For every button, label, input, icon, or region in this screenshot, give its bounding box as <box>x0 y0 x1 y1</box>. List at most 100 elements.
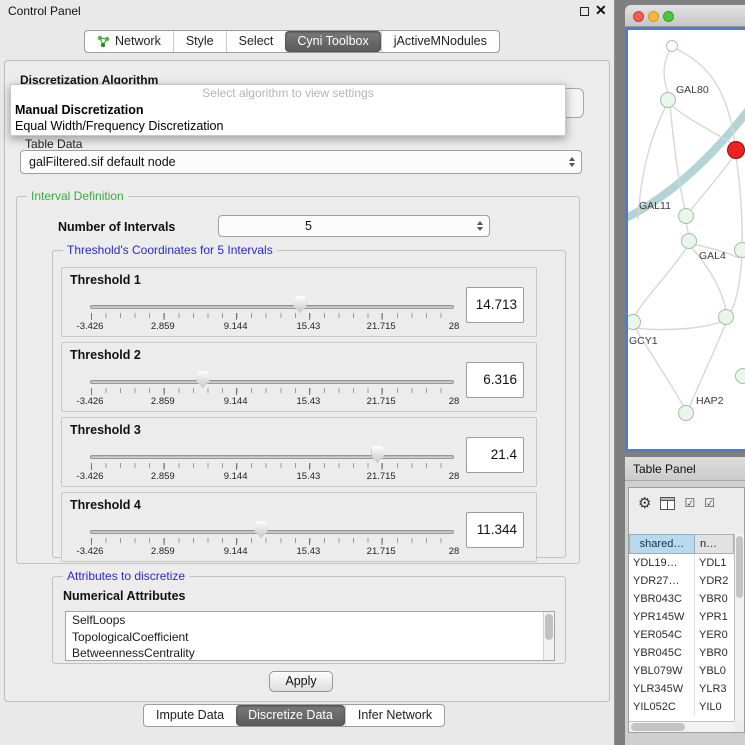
slider-thumb[interactable] <box>371 446 384 464</box>
number-of-intervals-value: 5 <box>305 216 312 236</box>
threshold-slider[interactable]: -3.426 2.859 9.144 15.43 21.715 28 <box>90 369 454 411</box>
list-scrollbar[interactable] <box>543 612 554 660</box>
table-data-label: Table Data <box>25 137 82 151</box>
list-item[interactable]: BetweennessCentrality <box>66 645 554 661</box>
column-header-shared-name[interactable]: shared… <box>629 534 695 554</box>
table-row[interactable]: YER054CYER0 <box>629 626 734 644</box>
threshold-panel-1: Threshold 1 -3.426 2.859 9.144 15.43 21.… <box>61 267 537 337</box>
table-row[interactable]: YBR043CYBR0 <box>629 590 734 608</box>
table-panel-titlebar: Table Panel <box>625 457 745 481</box>
attributes-group-legend: Attributes to discretize <box>63 569 189 583</box>
gear-icon[interactable]: ⚙ <box>638 496 651 511</box>
threshold-slider[interactable]: -3.426 2.859 9.144 15.43 21.715 28 <box>90 519 454 561</box>
network-node[interactable] <box>734 242 745 258</box>
threshold-value-input[interactable]: 14.713 <box>466 287 524 323</box>
slider-track <box>90 305 454 309</box>
threshold-value-input[interactable]: 21.4 <box>466 437 524 473</box>
tab-label: Network <box>115 31 161 52</box>
table-panel-title: Table Panel <box>633 457 696 481</box>
slider-thumb[interactable] <box>294 296 307 314</box>
node-label: HAP2 <box>696 395 723 407</box>
network-icon <box>97 35 110 48</box>
attributes-list[interactable]: SelfLoops TopologicalCoefficient Between… <box>65 611 555 661</box>
slider-track <box>90 455 454 459</box>
table-row[interactable]: YBR045CYBR0 <box>629 644 734 662</box>
thresholds-group-legend: Threshold's Coordinates for 5 Intervals <box>63 243 277 257</box>
stepper-icon <box>569 154 575 170</box>
network-node[interactable] <box>678 208 694 224</box>
tab-discretize-data[interactable]: Discretize Data <box>236 705 345 726</box>
node-label: GCY1 <box>629 335 658 347</box>
threshold-label: Threshold 1 <box>70 273 141 287</box>
threshold-slider[interactable]: -3.426 2.859 9.144 15.43 21.715 28 <box>90 294 454 336</box>
network-node[interactable] <box>666 40 678 52</box>
tab-infer-network[interactable]: Infer Network <box>345 705 444 726</box>
dropdown-option-manual[interactable]: Manual Discretization <box>11 102 565 118</box>
column-header-name[interactable]: n… <box>695 534 734 554</box>
network-node[interactable] <box>681 233 697 249</box>
table-row[interactable]: YDR27…YDR2 <box>629 572 734 590</box>
table-row[interactable]: YPR145WYPR1 <box>629 608 734 626</box>
network-node[interactable] <box>718 309 734 325</box>
table-row[interactable]: YDL19…YDL1 <box>629 554 734 572</box>
stepper-icon <box>477 218 483 234</box>
network-node[interactable] <box>678 405 694 421</box>
vertical-scrollbar[interactable] <box>734 534 744 721</box>
dropdown-hint: Select algorithm to view settings <box>11 85 565 102</box>
tab-style[interactable]: Style <box>173 31 226 52</box>
network-node[interactable] <box>735 368 745 384</box>
threshold-slider[interactable]: -3.426 2.859 9.144 15.43 21.715 28 <box>90 444 454 486</box>
interval-definition-legend: Interval Definition <box>27 189 128 203</box>
table-data-select[interactable]: galFiltered.sif default node <box>20 150 582 174</box>
algorithm-dropdown: Select algorithm to view settings Manual… <box>10 84 566 136</box>
tab-jactivemnodules[interactable]: jActiveMNodules <box>381 31 499 52</box>
tab-cyni-toolbox[interactable]: Cyni Toolbox <box>285 31 380 52</box>
number-of-intervals-select[interactable]: 5 <box>218 215 490 237</box>
slider-track <box>90 530 454 534</box>
tab-network[interactable]: Network <box>85 31 173 52</box>
threshold-panel-3: Threshold 3 -3.426 2.859 9.144 15.43 21.… <box>61 417 537 487</box>
tab-select[interactable]: Select <box>226 31 286 52</box>
control-panel-window: Control Panel ✕ Network Style Select Cyn… <box>0 0 615 745</box>
attributes-group: Attributes to discretize Numerical Attri… <box>52 576 566 664</box>
numerical-attributes-label: Numerical Attributes <box>63 589 185 603</box>
table-body: YDL19…YDL1 YDR27…YDR2 YBR043CYBR0 YPR145… <box>629 554 734 721</box>
node-label: GAL4 <box>699 250 726 262</box>
table-panel: Table Panel ⚙ ☑ ☑ shared… n… YDL19…YDL1 … <box>625 457 745 745</box>
table-row[interactable]: YBL079WYBL0 <box>629 662 734 680</box>
scrollbar-thumb[interactable] <box>736 536 743 598</box>
threshold-value-input[interactable]: 11.344 <box>466 512 524 548</box>
zoom-traffic-light[interactable] <box>663 11 674 22</box>
dropdown-option-equal-width[interactable]: Equal Width/Frequency Discretization <box>11 118 565 134</box>
network-node-selected[interactable] <box>727 141 745 159</box>
network-node[interactable] <box>660 92 676 108</box>
tab-impute-data[interactable]: Impute Data <box>144 705 236 726</box>
network-canvas[interactable]: GAL80 GAL11 GAL4 GCY1 HAP2 <box>628 30 745 449</box>
float-window-icon[interactable] <box>580 7 589 16</box>
checkbox-icon[interactable]: ☑ <box>704 497 715 509</box>
table-row[interactable]: YIL052CYIL0 <box>629 698 734 716</box>
window-title: Control Panel <box>8 4 81 18</box>
table-window: ⚙ ☑ ☑ shared… n… YDL19…YDL1 YDR27…YDR2 Y… <box>628 487 745 733</box>
top-tab-bar: Network Style Select Cyni Toolbox jActiv… <box>84 30 500 53</box>
node-label: GAL80 <box>676 84 709 96</box>
apply-button[interactable]: Apply <box>269 671 333 692</box>
threshold-value-input[interactable]: 6.316 <box>466 362 524 398</box>
threshold-panel-2: Threshold 2 -3.426 2.859 9.144 15.43 21.… <box>61 342 537 412</box>
close-icon[interactable]: ✕ <box>595 2 607 19</box>
threshold-panel-4: Threshold 4 -3.426 2.859 9.144 15.43 21.… <box>61 492 537 562</box>
scrollbar-thumb[interactable] <box>631 723 685 731</box>
list-item[interactable]: TopologicalCoefficient <box>66 629 554 646</box>
minimize-traffic-light[interactable] <box>648 11 659 22</box>
slider-thumb[interactable] <box>255 521 268 539</box>
slider-thumb[interactable] <box>196 371 209 389</box>
number-of-intervals-label: Number of Intervals <box>58 220 175 234</box>
node-label: GAL11 <box>639 200 671 212</box>
checkbox-icon[interactable]: ☑ <box>684 497 695 509</box>
columns-icon[interactable] <box>660 497 675 510</box>
close-traffic-light[interactable] <box>633 11 644 22</box>
horizontal-scrollbar[interactable] <box>629 721 734 732</box>
list-item[interactable]: SelfLoops <box>66 612 554 629</box>
desktop: Control Panel ✕ Network Style Select Cyn… <box>0 0 745 745</box>
table-row[interactable]: YLR345WYLR3 <box>629 680 734 698</box>
